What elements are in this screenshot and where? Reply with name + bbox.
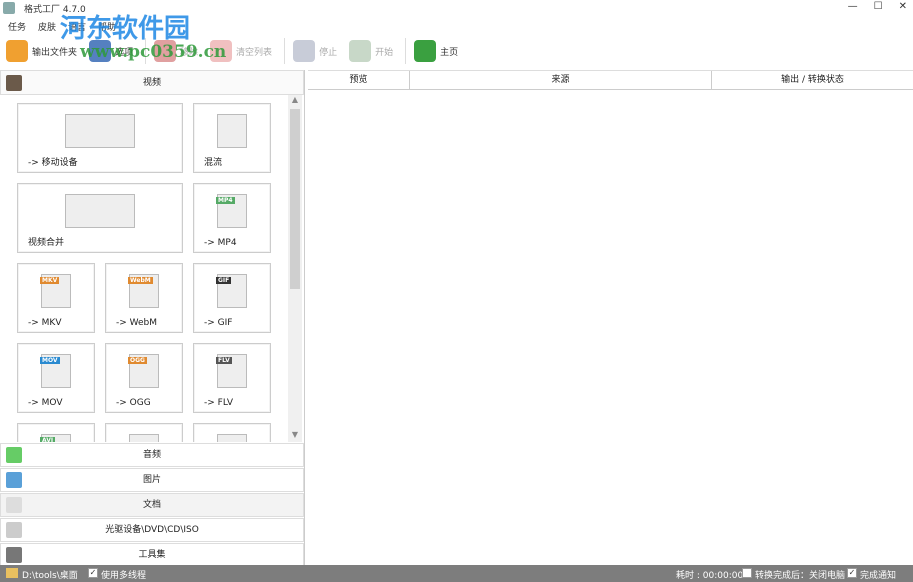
folder-icon [6,40,28,62]
home-globe-icon [414,40,437,62]
toolbar-separator [405,38,407,64]
tile-4[interactable]: MKV -> MKV [17,263,95,333]
scrollbar[interactable]: ▲ ▼ [288,95,302,442]
column-preview[interactable]: 预览 [308,71,410,89]
status-bar: D:\tools\桌面 ✓ 使用多线程 耗时 : 00:00:00 转换完成后：… [0,565,913,582]
close-button[interactable]: ✕ [899,1,907,12]
toolbar-button-6[interactable]: 主页 [414,40,458,62]
tile-9[interactable]: FLV -> FLV [193,343,271,413]
format-icon [217,434,247,442]
column-output-status[interactable]: 输出 / 转换状态 [712,71,913,89]
tile-7[interactable]: MOV -> MOV [17,343,95,413]
start-icon [349,40,372,62]
tile-8[interactable]: OGG -> OGG [105,343,183,413]
tile-5[interactable]: WebM -> WebM [105,263,183,333]
format-icon: FLV [216,354,247,388]
format-icon [129,434,159,442]
picture-icon [6,472,22,488]
category-3[interactable]: 光驱设备\DVD\CD\ISO [0,518,304,542]
video-function-grid: -> 移动设备 混流 视频合并 MP4 -> MP4 MKV -> MKV WebM -> We… [0,95,288,442]
format-icon: WebM [128,274,159,308]
scroll-thumb[interactable] [290,109,300,289]
tile-6[interactable]: GIF -> GIF [193,263,271,333]
format-icon: AVI [40,434,71,442]
watermark-logo: 河东软件园 [60,14,191,44]
format-icon [65,194,135,228]
minimize-button[interactable]: — [848,1,858,12]
toolbar-separator [284,38,286,64]
folder-icon [6,568,18,578]
tile-1[interactable]: 混流 [193,103,271,173]
maximize-button[interactable]: ☐ [874,1,883,12]
menu-skin[interactable]: 皮肤 [38,20,56,33]
shutdown-label: 转换完成后：关闭电脑 [755,571,846,581]
tile-3[interactable]: MP4 -> MP4 [193,183,271,253]
video-section-header[interactable]: 视频 [0,70,304,95]
task-list: 预览 来源 输出 / 转换状态 [308,70,913,565]
category-1[interactable]: 图片 [0,468,304,492]
menu-task[interactable]: 任务 [8,20,26,33]
tile-2[interactable]: 视频合并 [17,183,183,253]
toolbar-button-4[interactable]: 停止 [293,40,337,62]
toolbar-button-5[interactable]: 开始 [349,40,393,62]
app-icon [3,2,15,14]
disc-drive-icon [6,522,22,538]
category-4[interactable]: 工具集 [0,543,304,567]
category-0[interactable]: 音频 [0,443,304,467]
notify-checkbox[interactable]: ✓ [847,568,857,578]
format-icon: MKV [40,274,71,308]
music-note-icon [6,447,22,463]
notify-label: 完成通知 [860,571,897,581]
tile-10[interactable]: AVI [17,423,95,442]
format-icon: MP4 [216,194,247,228]
format-icon: MOV [40,354,71,388]
shutdown-checkbox[interactable] [742,568,752,578]
format-icon: OGG [128,354,159,388]
multithread-checkbox[interactable]: ✓ [88,568,98,578]
scroll-up-icon[interactable]: ▲ [288,95,302,107]
elapsed-time: 耗时 : 00:00:00 [676,571,744,581]
multithread-label: 使用多线程 [101,571,147,581]
tile-12[interactable] [193,423,271,442]
format-icon [65,114,135,148]
document-icon [6,497,22,513]
category-panel: 视频 -> 移动设备 混流 视频合并 MP4 -> MP4 MKV -> MKV WebM ->… [0,70,305,567]
column-source[interactable]: 来源 [410,71,712,89]
tile-0[interactable]: -> 移动设备 [17,103,183,173]
tile-11[interactable] [105,423,183,442]
film-clapper-icon [6,75,22,91]
output-path[interactable]: D:\tools\桌面 [22,568,78,581]
format-icon: GIF [216,274,247,308]
format-icon [217,114,247,148]
watermark-url: www.pc0359.cn [80,42,227,62]
scroll-down-icon[interactable]: ▼ [288,430,302,442]
category-2[interactable]: 文档 [0,493,304,517]
tools-reel-icon [6,547,22,563]
stop-icon [293,40,316,62]
